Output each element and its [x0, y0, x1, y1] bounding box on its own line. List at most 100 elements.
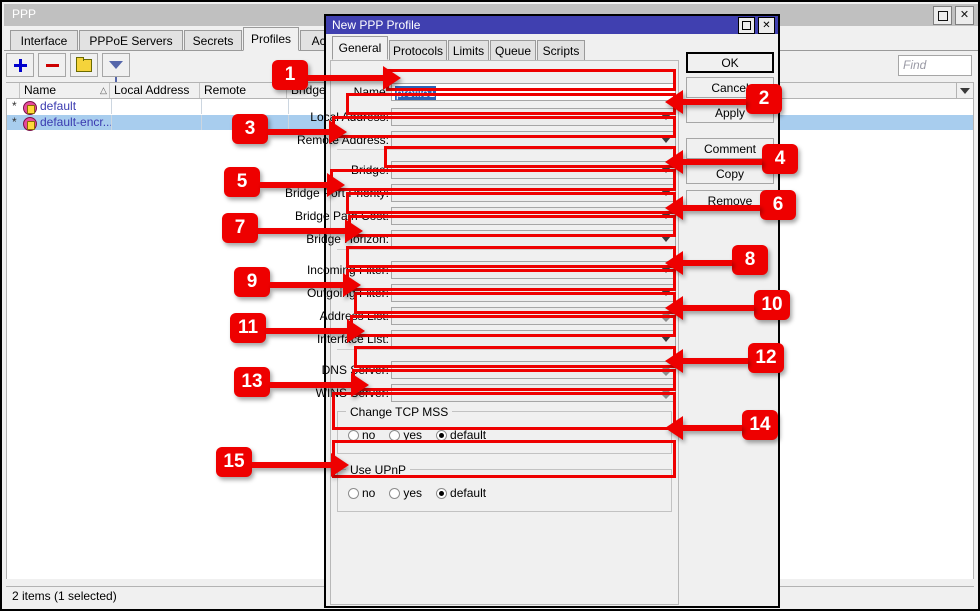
- sort-ascending-icon: △: [100, 85, 107, 95]
- ok-button[interactable]: OK: [686, 52, 774, 73]
- input-local-address[interactable]: [391, 108, 676, 126]
- dialog-title: New PPP Profile: [332, 18, 421, 32]
- copy-button[interactable]: Copy: [686, 163, 774, 184]
- status-text: 2 items (1 selected): [12, 589, 117, 603]
- input-dns-server[interactable]: [391, 361, 676, 379]
- row-flag: *: [12, 115, 17, 129]
- label-dns-server: DNS Server:: [321, 363, 389, 377]
- profile-icon: [23, 101, 37, 115]
- spinner-icon[interactable]: [658, 309, 674, 324]
- radio-label: default: [450, 486, 487, 500]
- chevron-down-icon[interactable]: [657, 133, 674, 147]
- funnel-icon: [109, 61, 123, 82]
- chevron-down-icon[interactable]: [657, 209, 674, 223]
- group-title: Change TCP MSS: [346, 405, 453, 419]
- profile-icon: [23, 117, 37, 131]
- maximize-icon[interactable]: [933, 6, 952, 25]
- close-icon[interactable]: ✕: [955, 6, 974, 25]
- radio-default[interactable]: default: [436, 486, 486, 500]
- label-outgoing-filter: Outgoing Filter:: [306, 286, 389, 300]
- input-wins-server[interactable]: [391, 384, 676, 402]
- chevron-down-icon[interactable]: [657, 186, 674, 200]
- input-address-list[interactable]: [391, 307, 676, 325]
- chevron-down-icon[interactable]: [657, 286, 674, 300]
- main-window-title: PPP: [12, 7, 37, 21]
- cell-divider: [288, 99, 289, 114]
- input-outgoing-filter[interactable]: [391, 284, 676, 302]
- field-row: Bridge Port Priority:: [285, 184, 676, 202]
- radio-label: yes: [403, 428, 423, 442]
- field-row: Interface List:: [317, 330, 676, 348]
- dialog-tab-protocols[interactable]: Protocols: [389, 40, 447, 60]
- tab-profiles[interactable]: Profiles: [243, 27, 299, 51]
- column-header-name[interactable]: Name: [20, 83, 110, 98]
- cancel-button[interactable]: Cancel: [686, 77, 774, 98]
- remove-button[interactable]: [38, 53, 66, 77]
- tab-pppoe-servers[interactable]: PPPoE Servers: [79, 30, 183, 50]
- apply-button[interactable]: Apply: [686, 102, 774, 123]
- label-address-list: Address List:: [319, 309, 389, 323]
- chevron-down-icon[interactable]: [657, 163, 674, 177]
- radio-mark: [348, 487, 359, 499]
- main-window-controls: ✕: [933, 6, 974, 25]
- separator: [337, 249, 672, 250]
- row-name: default: [40, 99, 77, 113]
- field-row: Name: profile1: [331, 83, 676, 101]
- new-ppp-profile-dialog: New PPP Profile ✕ General Protocols Limits…: [285, 14, 780, 608]
- radio-yes[interactable]: yes: [389, 486, 422, 500]
- group-title: Use UPnP: [346, 463, 411, 477]
- filter-button[interactable]: [102, 53, 130, 82]
- dialog-close-icon[interactable]: ✕: [758, 17, 775, 34]
- row-name: default-encr...: [40, 115, 113, 129]
- dialog-maximize-icon[interactable]: [738, 17, 755, 34]
- label-interface-list: Interface List:: [316, 332, 389, 346]
- radio-yes[interactable]: yes: [389, 428, 422, 442]
- dialog-form-panel: Name: profile1 Local Address: Remote Addres…: [285, 60, 679, 605]
- radio-no[interactable]: no: [348, 428, 375, 442]
- radio-mark: [389, 487, 401, 499]
- dialog-tab-queue[interactable]: Queue: [490, 40, 536, 60]
- plus-icon: [13, 58, 27, 72]
- spinner-icon[interactable]: [658, 363, 674, 378]
- input-bridge-horizon[interactable]: [391, 230, 676, 248]
- radio-mark: [389, 429, 401, 441]
- label-wins-server: WINS Server:: [315, 386, 389, 400]
- comment-button[interactable]: Comment: [686, 138, 774, 159]
- chevron-down-icon[interactable]: [657, 232, 674, 246]
- enable-button[interactable]: [70, 53, 98, 77]
- dialog-window-controls: ✕: [738, 17, 775, 34]
- group-use-upnp: Use UPnP no yes default: [337, 463, 672, 512]
- input-bridge[interactable]: [391, 161, 676, 179]
- input-bridge-port-priority[interactable]: [391, 184, 676, 202]
- chevron-down-icon[interactable]: [657, 263, 674, 277]
- label-incoming-filter: Incoming Filter:: [306, 263, 389, 277]
- tab-secrets[interactable]: Secrets: [184, 30, 242, 50]
- input-remote-address[interactable]: [391, 131, 676, 149]
- input-incoming-filter[interactable]: [391, 261, 676, 279]
- chevron-down-icon[interactable]: [657, 332, 674, 346]
- input-name[interactable]: profile1: [391, 83, 676, 101]
- radio-label: default: [450, 428, 487, 442]
- input-interface-list[interactable]: [391, 330, 676, 348]
- radio-default[interactable]: default: [436, 428, 486, 442]
- dialog-tab-limits[interactable]: Limits: [448, 40, 489, 60]
- input-bridge-path-cost[interactable]: [391, 207, 676, 225]
- remove-button[interactable]: Remove: [686, 190, 774, 211]
- column-options-button[interactable]: [956, 82, 974, 99]
- group-dash: [341, 411, 345, 412]
- tab-interface[interactable]: Interface: [10, 30, 78, 50]
- spinner-icon[interactable]: [658, 386, 674, 401]
- search-input[interactable]: Find: [898, 55, 972, 76]
- label-bridge-port-priority: Bridge Port Priority:: [284, 186, 389, 200]
- cell-divider: [111, 99, 112, 114]
- dialog-tabbar: General Protocols Limits Queue Scripts: [330, 36, 670, 60]
- add-button[interactable]: [6, 53, 34, 77]
- radio-no[interactable]: no: [348, 486, 375, 500]
- column-header-remote-address[interactable]: Remote Address: [200, 83, 287, 112]
- dialog-tab-scripts[interactable]: Scripts: [537, 40, 585, 60]
- column-header-local-address[interactable]: Local Address: [110, 83, 200, 98]
- row-flag: *: [12, 99, 17, 113]
- dialog-tab-general[interactable]: General: [332, 36, 388, 60]
- chevron-down-icon[interactable]: [657, 110, 674, 124]
- radio-label: yes: [403, 486, 423, 500]
